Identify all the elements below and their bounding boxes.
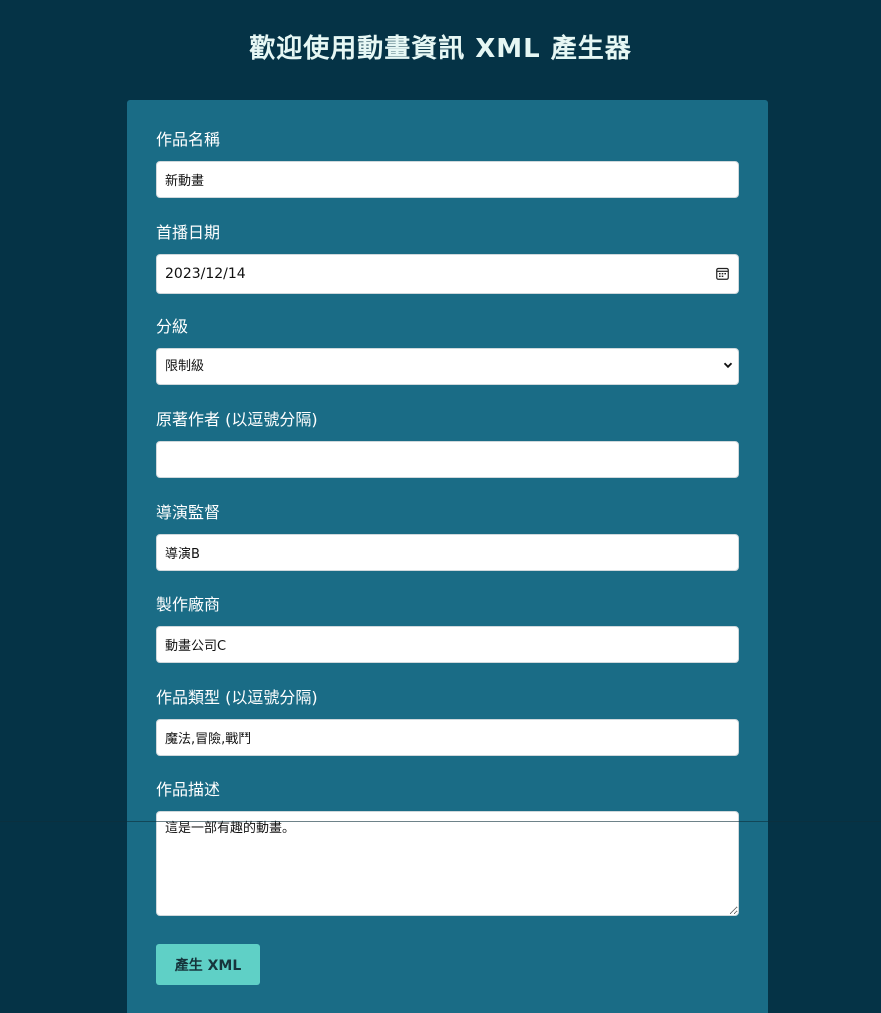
description-textarea[interactable]: 這是一部有趣的動畫。 [156,811,739,916]
calendar-icon[interactable] [716,267,729,280]
page: 歡迎使用動畫資訊 XML 產生器 作品名稱 首播日期 分級 限制級 [0,0,881,1013]
anime-form: 作品名稱 首播日期 分級 限制級 原著作者 (以逗號分隔) [127,100,768,1013]
premiere-date-input[interactable] [156,254,739,294]
studio-label: 製作廠商 [156,595,221,614]
original-author-input[interactable] [156,441,739,478]
description-label: 作品描述 [156,780,221,799]
premiere-date-label: 首播日期 [156,223,221,242]
original-author-label: 原著作者 (以逗號分隔) [156,410,318,429]
rating-field: 限制級 [156,348,739,385]
genres-input[interactable] [156,719,739,756]
director-input[interactable] [156,534,739,571]
premiere-date-field [156,254,739,294]
title-label: 作品名稱 [156,130,221,149]
genres-label: 作品類型 (以逗號分隔) [156,688,318,707]
rating-select[interactable]: 限制級 [156,348,739,385]
title-input[interactable] [156,161,739,198]
studio-input[interactable] [156,626,739,663]
generate-xml-button[interactable]: 產生 XML [156,944,260,985]
page-title: 歡迎使用動畫資訊 XML 產生器 [249,34,632,64]
rating-label: 分級 [156,317,189,336]
director-label: 導演監督 [156,503,221,522]
